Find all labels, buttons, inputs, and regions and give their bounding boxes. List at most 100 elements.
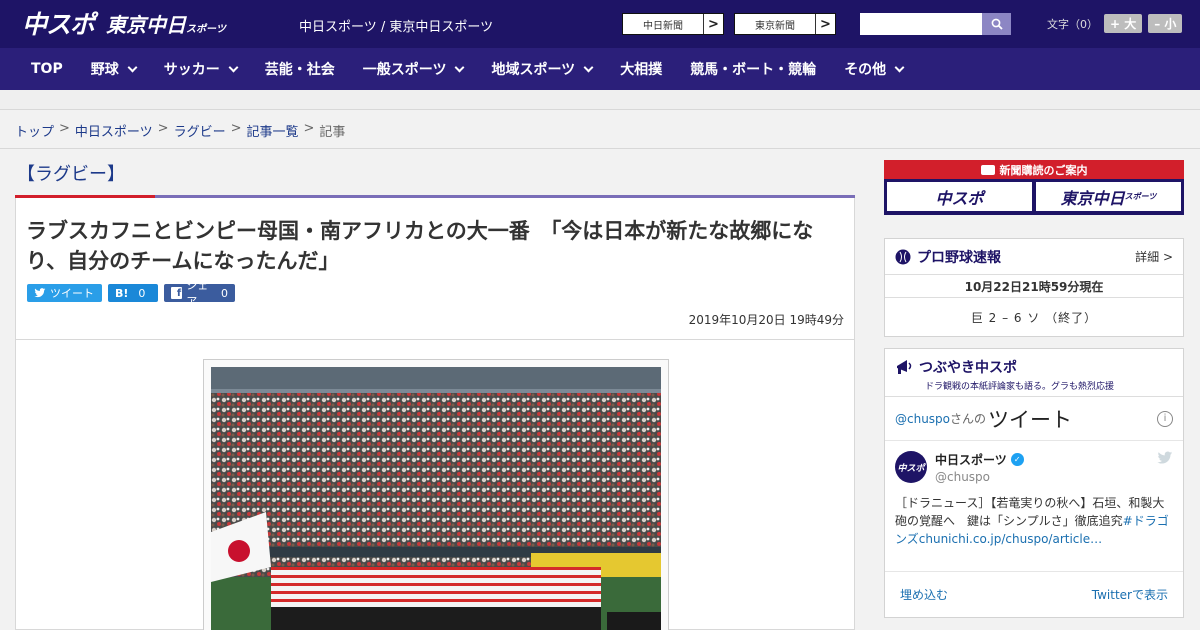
- breadcrumb-separator: >: [59, 121, 70, 136]
- breadcrumb-separator: >: [157, 121, 169, 136]
- tweet-link[interactable]: chunichi.co.jp/chuspo/article…: [919, 532, 1102, 546]
- baseball-timestamp: 10月22日21時59分現在: [885, 275, 1183, 298]
- facebook-count: 0: [221, 286, 228, 300]
- nav-item-other[interactable]: その他: [830, 48, 917, 90]
- site-logo[interactable]: 中スポ 東京中日スポーツ: [22, 6, 226, 40]
- article-headline: ラブスカフニとビンピー母国・南アフリカとの大一番 「今は日本が新たな故郷になり、…: [26, 219, 814, 273]
- embed-link[interactable]: 埋め込む: [900, 586, 948, 603]
- article-photo-frame: [203, 359, 669, 630]
- subscribe-tokyo-chunichi-label: 東京中日: [1060, 188, 1125, 208]
- facebook-share-button[interactable]: f シェア 0: [164, 279, 235, 308]
- chevron-down-icon: [455, 62, 465, 72]
- tweet-timeline-handle[interactable]: @chuspo: [895, 412, 950, 426]
- nav-item-label: 野球: [90, 62, 119, 78]
- nav-item-label: 一般スポーツ: [362, 62, 447, 78]
- article-date: 2019年10月20日 19時49分: [688, 313, 844, 327]
- breadcrumb-chunichi-sports[interactable]: 中日スポーツ: [75, 121, 153, 140]
- info-icon[interactable]: i: [1157, 410, 1173, 427]
- view-on-twitter-link[interactable]: Twitterで表示: [1092, 586, 1168, 603]
- tweet-user-info: 中日スポーツ ✓ @chuspo: [935, 451, 1024, 484]
- hatena-count: 0: [138, 286, 146, 300]
- tweet-timeline-header: @chuspo さんの ツイート i: [885, 397, 1183, 441]
- nav-item-soccer[interactable]: サッカー: [150, 48, 251, 90]
- tokyo-shimbun-button[interactable]: 東京新聞 >: [734, 13, 836, 35]
- nav-item-top[interactable]: TOP: [17, 48, 77, 90]
- search-box: [860, 13, 1011, 35]
- nav-item-baseball[interactable]: 野球: [77, 48, 150, 90]
- tokyo-shimbun-label: 東京新聞: [755, 20, 795, 32]
- tweet-user-name-row: 中日スポーツ ✓: [935, 451, 1024, 468]
- baseball-title: プロ野球速報: [917, 249, 1001, 266]
- tweet-footer: 埋め込む Twitterで表示: [885, 571, 1183, 617]
- nav-item-label: その他: [844, 62, 887, 78]
- tweet-text: ［ドラニュース］【若竜実りの秋へ】石垣、和製大砲の覚醒へ 鍵は「シンプルさ」徹底…: [895, 494, 1173, 548]
- logo-chuspo[interactable]: 中スポ: [22, 5, 95, 41]
- twitter-widget-title: つぶやき中スポ: [895, 357, 1173, 377]
- subscribe-tokyo-chunichi-button[interactable]: 東京中日 スポーツ: [1036, 182, 1181, 211]
- tweet-card[interactable]: 中スポ 中日スポーツ ✓ @chuspo ［ドラニュース］【若竜実りの秋へ】石垣…: [885, 441, 1183, 558]
- nav-item-label: TOP: [31, 61, 63, 77]
- article: ラブスカフニとビンピー母国・南アフリカとの大一番 「今は日本が新たな故郷になり、…: [15, 198, 855, 630]
- subscription-title: 新聞購読のご案内: [999, 163, 1088, 177]
- site-header: 中スポ 東京中日スポーツ 中日スポーツ / 東京中日スポーツ 中日新聞 > 東京…: [0, 0, 1200, 48]
- breadcrumb: トップ > 中日スポーツ > ラグビー > 記事一覧 > 記事: [15, 121, 345, 140]
- nav-item-general-sports[interactable]: 一般スポーツ: [349, 48, 478, 90]
- logo-tokyo-chunichi[interactable]: 東京中日スポーツ: [106, 9, 226, 38]
- tweet-user: 中スポ 中日スポーツ ✓ @chuspo: [895, 451, 1173, 484]
- subscription-header: 新聞購読のご案内: [884, 160, 1184, 179]
- font-smaller-button[interactable]: – 小: [1148, 14, 1183, 33]
- facebook-share-label: シェア: [186, 279, 209, 308]
- chevron-down-icon: [127, 62, 138, 72]
- avatar[interactable]: 中スポ: [895, 451, 927, 483]
- baseball-score[interactable]: 巨 2 – 6 ソ （終了）: [885, 298, 1183, 336]
- logo-tokyo-chunichi-text: 東京中日: [106, 12, 187, 37]
- hatena-bookmark-icon: B!: [115, 286, 129, 300]
- share-buttons: ツイート B! 0 f シェア 0: [27, 279, 235, 308]
- subscribe-tokyo-chunichi-small: スポーツ: [1124, 192, 1157, 201]
- tweet-button[interactable]: ツイート: [27, 284, 102, 302]
- megaphone-icon: [897, 360, 912, 374]
- search-icon: [991, 18, 1003, 30]
- subscription-buttons: 中スポ 東京中日 スポーツ: [884, 179, 1184, 214]
- article-divider: [16, 339, 854, 340]
- nav-item-sumo[interactable]: 大相撲: [606, 48, 676, 90]
- tweet-label: ツイート: [50, 287, 94, 300]
- stadium-crowd-photo: [211, 367, 661, 630]
- twitter-widget-title-text: つぶやき中スポ: [919, 360, 1017, 376]
- font-size-control: 文字（0） + 大 – 小: [1047, 14, 1183, 33]
- nav-item-entertainment[interactable]: 芸能・社会: [251, 48, 349, 90]
- chevron-right-icon: >: [815, 14, 835, 34]
- breadcrumb-separator: >: [230, 121, 242, 136]
- tweet-user-name[interactable]: 中日スポーツ: [935, 451, 1007, 468]
- chevron-down-icon: [894, 62, 905, 72]
- nav-item-label: 芸能・社会: [264, 62, 335, 78]
- tweet-timeline-word: ツイート: [988, 407, 1073, 432]
- main-nav: TOP 野球 サッカー 芸能・社会 一般スポーツ 地域スポーツ 大相撲 競馬・ボ…: [0, 48, 1200, 90]
- baseball-details-link[interactable]: 詳細 >: [1135, 248, 1173, 265]
- chunichi-shimbun-label: 中日新聞: [643, 20, 683, 32]
- baseball-icon: [895, 249, 911, 264]
- breadcrumb-rugby[interactable]: ラグビー: [174, 121, 226, 140]
- tweet-timeline-by: さんの: [950, 412, 987, 426]
- baseball-scores-widget: プロ野球速報 詳細 > 10月22日21時59分現在 巨 2 – 6 ソ （終了…: [884, 238, 1184, 337]
- nav-item-racing[interactable]: 競馬・ボート・競輪: [676, 48, 830, 90]
- nav-item-local-sports[interactable]: 地域スポーツ: [477, 48, 606, 90]
- search-input[interactable]: [860, 13, 982, 35]
- facebook-icon: f: [171, 287, 183, 299]
- subscribe-chuspo-button[interactable]: 中スポ: [887, 182, 1032, 211]
- twitter-bird-icon: [1157, 451, 1173, 464]
- tweet-user-handle[interactable]: @chuspo: [935, 470, 1024, 484]
- breadcrumb-separator: >: [303, 121, 315, 136]
- search-button[interactable]: [982, 13, 1011, 35]
- nav-item-label: 競馬・ボート・競輪: [690, 62, 817, 78]
- twitter-widget: つぶやき中スポ ドラ観戦の本紙評論家も語る。グラも熱烈応援 @chuspo さん…: [884, 348, 1184, 618]
- newspaper-icon: [980, 164, 995, 175]
- main-content: 【ラグビー】 ラブスカフニとビンピー母国・南アフリカとの大一番 「今は日本が新た…: [15, 150, 855, 630]
- font-larger-button[interactable]: + 大: [1104, 14, 1143, 33]
- hatena-bookmark-button[interactable]: B! 0: [108, 284, 158, 302]
- breadcrumb-article-list[interactable]: 記事一覧: [247, 121, 299, 140]
- chunichi-shimbun-button[interactable]: 中日新聞 >: [622, 13, 724, 35]
- chevron-down-icon: [228, 62, 239, 72]
- article-photo[interactable]: [211, 367, 661, 630]
- breadcrumb-top[interactable]: トップ: [15, 121, 54, 140]
